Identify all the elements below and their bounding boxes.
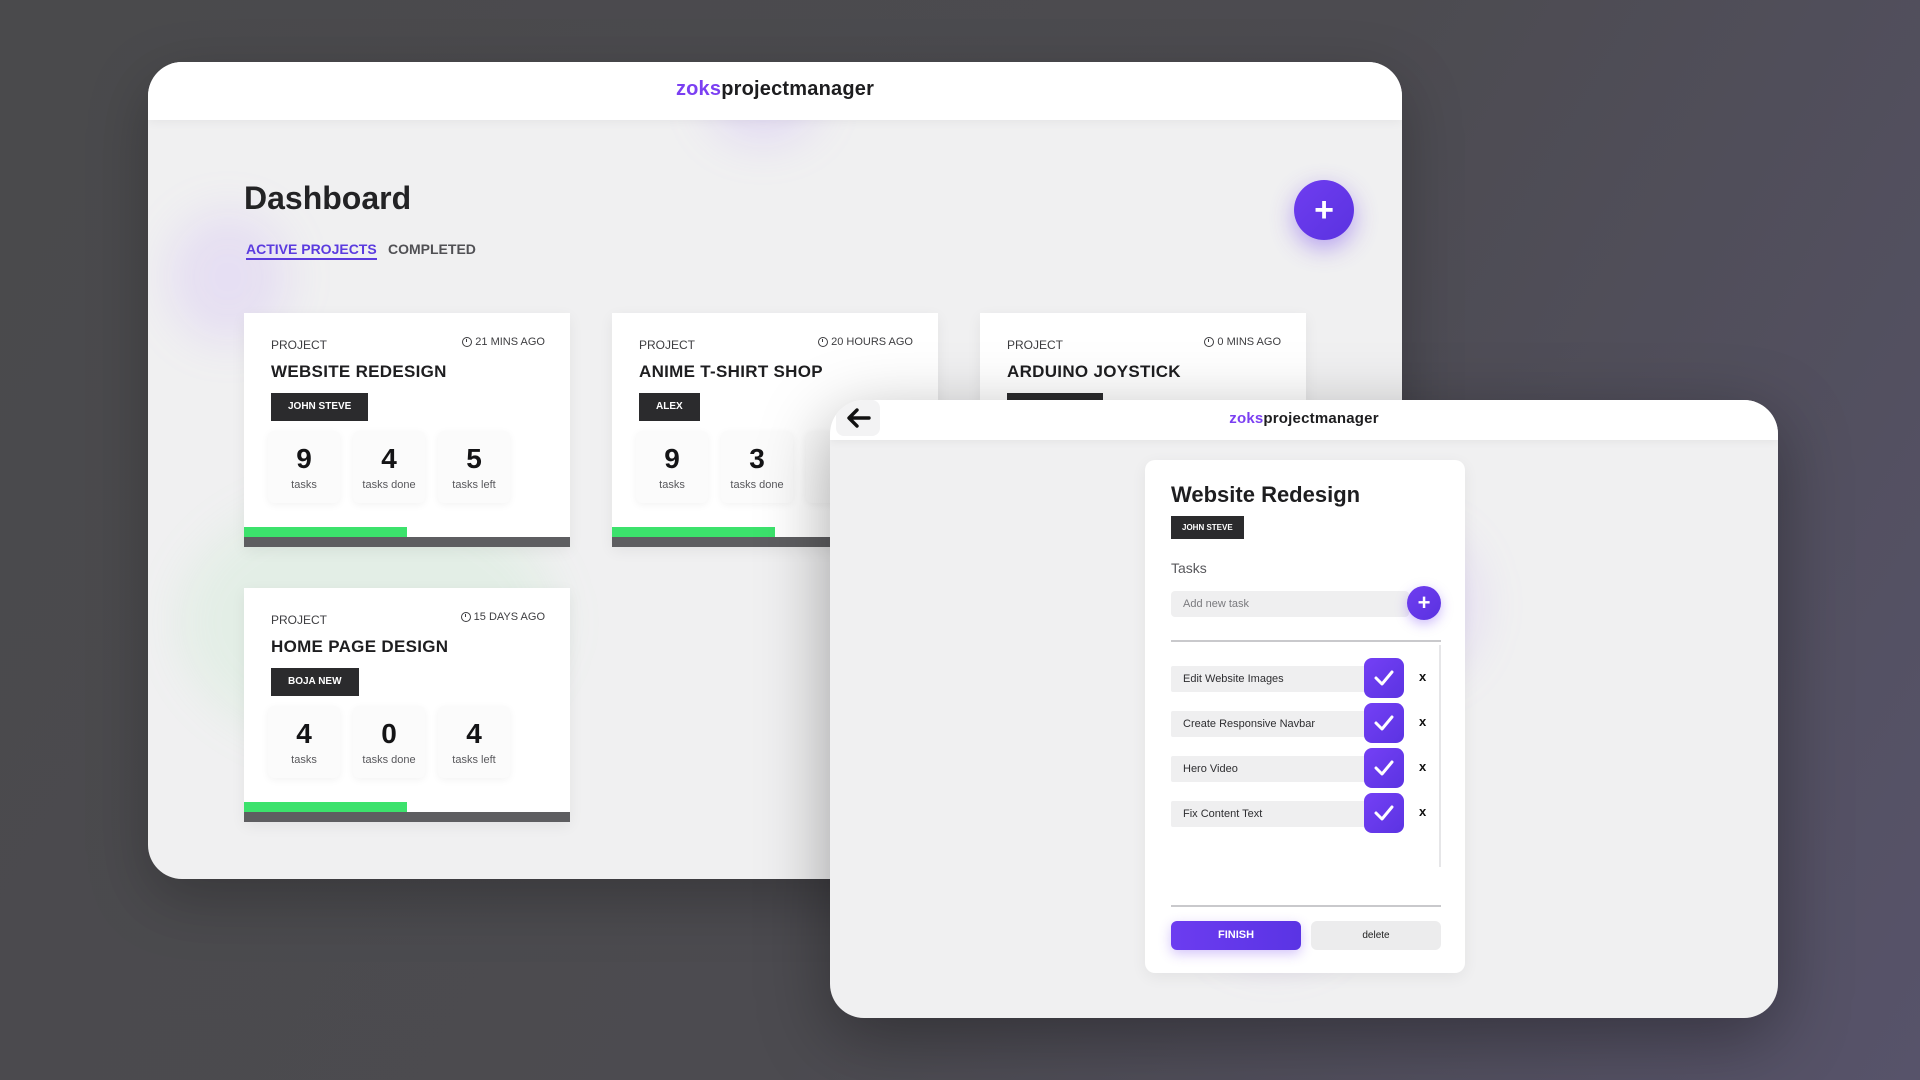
- task-item: Edit Website Images x: [1171, 658, 1441, 698]
- app-logo[interactable]: zoksprojectmanager: [830, 410, 1778, 427]
- delete-task-button[interactable]: x: [1419, 714, 1426, 729]
- tab-completed[interactable]: COMPLETED: [388, 241, 476, 257]
- delete-project-button[interactable]: delete: [1311, 921, 1441, 950]
- detail-header: zoksprojectmanager: [830, 400, 1778, 440]
- checkmark-icon: [1374, 715, 1394, 731]
- progress-track: [244, 812, 570, 822]
- complete-task-button[interactable]: [1364, 793, 1404, 833]
- progress-bar: [244, 802, 407, 812]
- stat-tasks-done: 4 tasks done: [353, 431, 425, 503]
- project-detail-window: zoksprojectmanager Website Redesign JOHN…: [830, 400, 1778, 1018]
- stat-value: 4: [381, 443, 397, 474]
- owner-badge: JOHN STEVE: [1171, 516, 1244, 539]
- stat-value: 0: [381, 718, 397, 749]
- clock-icon: [462, 337, 473, 347]
- stat-tasks: 9 tasks: [636, 431, 708, 503]
- logo-text: projectmanager: [1263, 410, 1379, 427]
- stat-value: 9: [664, 443, 680, 474]
- stat-caption: tasks: [291, 479, 317, 491]
- complete-task-button[interactable]: [1364, 658, 1404, 698]
- project-time-text: 0 MINS AGO: [1217, 336, 1281, 348]
- project-card[interactable]: PROJECT 15 DAYS AGO HOME PAGE DESIGN BOJ…: [244, 588, 570, 822]
- stat-caption: tasks: [659, 479, 685, 491]
- project-time-text: 15 DAYS AGO: [473, 611, 545, 623]
- stat-caption: tasks left: [452, 479, 496, 491]
- add-task-button[interactable]: +: [1407, 586, 1441, 620]
- project-name: WEBSITE REDESIGN: [271, 362, 447, 381]
- stat-value: 3: [749, 443, 765, 474]
- add-project-button[interactable]: +: [1294, 180, 1354, 240]
- project-time: 15 DAYS AGO: [460, 611, 545, 623]
- stat-caption: tasks: [291, 754, 317, 766]
- stat-tasks: 4 tasks: [268, 706, 340, 778]
- owner-badge: ALEX: [639, 393, 700, 421]
- dashboard-header: zoksprojectmanager: [148, 62, 1402, 120]
- checkmark-icon: [1374, 670, 1394, 686]
- project-name: HOME PAGE DESIGN: [271, 637, 449, 656]
- owner-badge: JOHN STEVE: [271, 393, 369, 421]
- tab-active-projects[interactable]: ACTIVE PROJECTS: [246, 241, 377, 260]
- task-item: Fix Content Text x: [1171, 793, 1441, 833]
- task-item: Create Responsive Navbar x: [1171, 703, 1441, 743]
- tasks-heading: Tasks: [1171, 560, 1207, 576]
- progress-bar: [244, 527, 407, 537]
- progress-bar: [612, 527, 775, 537]
- clock-icon: [818, 337, 829, 347]
- owner-badge: BOJA NEW: [271, 668, 359, 696]
- app-logo[interactable]: zoksprojectmanager: [148, 78, 1402, 101]
- finish-button[interactable]: FINISH: [1171, 921, 1301, 950]
- task-item: Hero Video x: [1171, 748, 1441, 788]
- project-label: PROJECT: [1007, 338, 1064, 352]
- project-card[interactable]: PROJECT 21 MINS AGO WEBSITE REDESIGN JOH…: [244, 313, 570, 547]
- stat-caption: tasks left: [452, 754, 496, 766]
- checkmark-icon: [1374, 805, 1394, 821]
- logo-accent: zoks: [675, 78, 722, 100]
- delete-task-button[interactable]: x: [1419, 669, 1426, 684]
- project-time: 20 HOURS AGO: [818, 336, 913, 348]
- project-name: ARDUINO JOYSTICK: [1007, 362, 1181, 381]
- add-task-input[interactable]: [1171, 591, 1409, 617]
- project-title: Website Redesign: [1171, 482, 1361, 507]
- project-time-text: 20 HOURS AGO: [831, 336, 913, 348]
- divider: [1171, 905, 1441, 907]
- stat-value: 4: [466, 718, 482, 749]
- task-text: Fix Content Text: [1171, 801, 1371, 827]
- stat-tasks: 9 tasks: [268, 431, 340, 503]
- project-detail-panel: Website Redesign JOHN STEVE Tasks + Edit…: [1145, 460, 1465, 973]
- stat-value: 4: [296, 718, 312, 749]
- stat-caption: tasks done: [362, 479, 416, 491]
- task-text: Hero Video: [1171, 756, 1371, 782]
- project-name: ANIME T-SHIRT SHOP: [639, 362, 823, 381]
- stat-tasks-done: 3 tasks done: [721, 431, 793, 503]
- stat-value: 9: [296, 443, 312, 474]
- logo-accent: zoks: [1229, 410, 1264, 427]
- task-text: Edit Website Images: [1171, 666, 1371, 692]
- delete-task-button[interactable]: x: [1419, 804, 1426, 819]
- checkmark-icon: [1374, 760, 1394, 776]
- logo-text: projectmanager: [721, 78, 875, 100]
- project-time-text: 21 MINS AGO: [475, 336, 545, 348]
- plus-icon: +: [1417, 590, 1431, 615]
- stat-tasks-done: 0 tasks done: [353, 706, 425, 778]
- progress-track: [244, 537, 570, 547]
- task-text: Create Responsive Navbar: [1171, 711, 1371, 737]
- project-label: PROJECT: [271, 338, 328, 352]
- stat-value: 5: [466, 443, 482, 474]
- project-time: 0 MINS AGO: [1204, 336, 1281, 348]
- stat-tasks-left: 5 tasks left: [438, 431, 510, 503]
- project-time: 21 MINS AGO: [462, 336, 545, 348]
- complete-task-button[interactable]: [1364, 748, 1404, 788]
- plus-icon: +: [1314, 191, 1334, 229]
- stat-tasks-left: 4 tasks left: [438, 706, 510, 778]
- clock-icon: [1204, 337, 1215, 347]
- delete-task-button[interactable]: x: [1419, 759, 1426, 774]
- clock-icon: [460, 612, 471, 622]
- complete-task-button[interactable]: [1364, 703, 1404, 743]
- project-label: PROJECT: [271, 613, 328, 627]
- stat-caption: tasks done: [362, 754, 416, 766]
- project-label: PROJECT: [639, 338, 696, 352]
- divider: [1171, 640, 1441, 642]
- page-title: Dashboard: [244, 180, 412, 216]
- stat-caption: tasks done: [730, 479, 784, 491]
